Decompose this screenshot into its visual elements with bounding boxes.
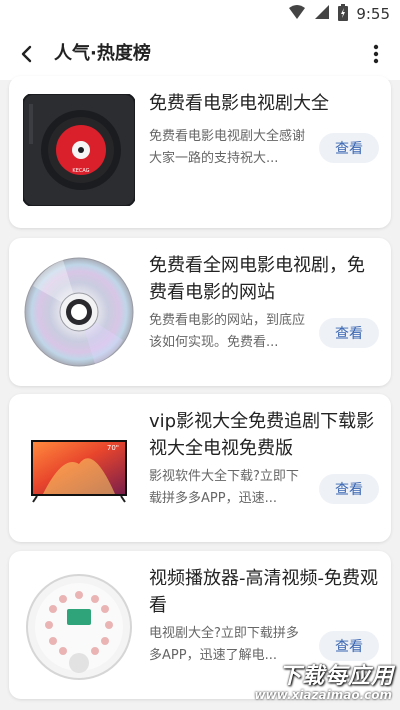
signal-icon [314, 4, 330, 24]
list-item[interactable]: 70" vip影视大全免费追剧下载影视大全电视免费版 影视软件大全下载?立即下载… [9, 394, 391, 542]
tv-screen-label: 70" [107, 444, 119, 452]
item-title: 免费看全网电影电视剧，免费看电影的网站 [149, 255, 365, 303]
more-vert-icon [373, 44, 379, 64]
page-title: 人气·热度榜 [54, 43, 151, 64]
view-button[interactable]: 查看 [319, 474, 379, 504]
item-title: 视频播放器-高清视频-免费观看 [149, 568, 378, 616]
list-item[interactable]: KECAG 免费看电影电视剧大全 免费看电影电视剧大全感谢大家一路的支持祝大..… [9, 76, 391, 228]
item-title: 免费看电影电视剧大全 [149, 93, 329, 114]
tv-icon: 70" [23, 414, 135, 526]
cd-player-icon: KECAG [22, 93, 136, 207]
watermark-text: 下载每应用 [278, 664, 394, 689]
item-title: vip影视大全免费追剧下载影视大全电视免费版 [149, 411, 375, 459]
back-arrow-icon [21, 45, 32, 63]
watermark: 下载每应用 www.xiazaimao.com [238, 654, 400, 710]
status-time: 9:55 [356, 5, 390, 23]
speaker-icon [23, 569, 135, 681]
item-description: 免费看电影电视剧大全感谢大家一路的支持祝大... [149, 129, 306, 166]
item-description: 免费看电影的网站，到底应该如何实现。免费看... [149, 313, 306, 350]
status-icons: 9:55 [288, 3, 390, 25]
svg-text:KECAG: KECAG [72, 168, 89, 174]
view-button[interactable]: 查看 [319, 318, 379, 348]
status-bar: 9:55 [0, 0, 400, 28]
battery-icon [338, 3, 349, 25]
app-bar: 人气·热度榜 [0, 28, 400, 80]
back-button[interactable] [14, 41, 40, 67]
item-description: 影视软件大全下载?立即下载拼多多APP，迅速... [149, 469, 299, 506]
list-item[interactable]: 免费看全网电影电视剧，免费看电影的网站 免费看电影的网站，到底应该如何实现。免费… [9, 238, 391, 386]
disc-icon [23, 256, 135, 368]
more-options-button[interactable] [368, 42, 384, 66]
view-button[interactable]: 查看 [319, 133, 379, 163]
wifi-icon [288, 4, 306, 24]
watermark-url: www.xiazaimao.com [254, 688, 392, 702]
